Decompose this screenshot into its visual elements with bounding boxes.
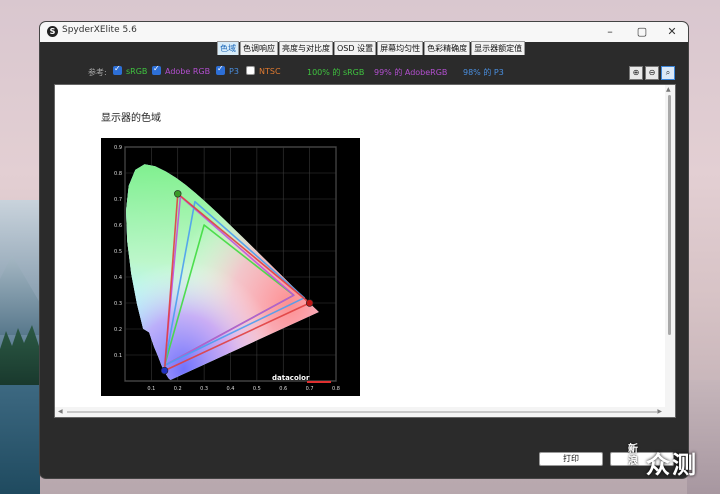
app-window: S SpyderXElite 5.6 – ▢ ✕ 色域 色调响应 亮度与对比度 … [40, 22, 688, 478]
adobe-rgb-coverage: 99% 的 AdobeRGB [374, 68, 448, 77]
x-tick-label: 0.5 [253, 386, 261, 392]
wallpaper-hill [0, 255, 40, 335]
primary-marker [305, 299, 314, 307]
y-tick-label: 0.2 [114, 327, 122, 333]
y-tick-label: 0.8 [114, 171, 122, 177]
x-tick-label: 0.7 [306, 386, 314, 392]
tab-osd-settings[interactable]: OSD 设置 [334, 41, 377, 55]
srgb-coverage: 100% 的 sRGB [307, 68, 365, 77]
locus-fill [126, 164, 319, 380]
gamut-chart-svg: 0.1 0.2 0.3 0.4 0.5 0.6 0.7 0.8 0.1 0.2 0.3 0.4 0.5 0… [114, 145, 340, 392]
maximize-button[interactable]: ▢ [634, 24, 650, 40]
tab-brightness-contrast[interactable]: 亮度与对比度 [279, 41, 333, 55]
primary-marker [174, 190, 182, 198]
app-logo-icon: S [47, 26, 58, 37]
scroll-up-icon[interactable]: ▲ [666, 86, 671, 93]
reference-label: 参考: [88, 68, 107, 77]
window-title: SpyderXElite 5.6 [62, 25, 137, 35]
tab-tone-response[interactable]: 色调响应 [240, 41, 278, 55]
y-tick-label: 0.9 [114, 145, 122, 151]
reference-legend-bar: 参考: sRGB Adobe RGB P3 NTSC 100% 的 sRGB 9… [40, 62, 688, 84]
y-tick-label: 0.7 [114, 197, 122, 203]
close-button[interactable]: ✕ [664, 24, 680, 40]
zoom-fit-icon[interactable]: ⌕ [661, 66, 675, 80]
vertical-scrollbar[interactable]: ▲ [665, 85, 675, 407]
title-bar[interactable]: S SpyderXElite 5.6 – ▢ ✕ [40, 22, 688, 42]
tab-bar: 色域 色调响应 亮度与对比度 OSD 设置 屏幕均匀性 色彩精确度 显示器额定值 [217, 41, 526, 55]
x-tick-label: 0.3 [200, 386, 208, 392]
vertical-scroll-thumb[interactable] [668, 95, 671, 335]
p3-coverage: 98% 的 P3 [463, 68, 504, 77]
datacolor-logo-bar [307, 381, 331, 383]
watermark: 新浪 众测 [628, 441, 718, 481]
y-tick-label: 0.4 [114, 275, 122, 281]
adobe-rgb-label: Adobe RGB [165, 67, 211, 76]
ntsc-label: NTSC [259, 67, 281, 76]
y-tick-label: 0.5 [114, 249, 122, 255]
x-tick-label: 0.1 [147, 386, 155, 392]
p3-checkbox[interactable] [216, 64, 225, 75]
srgb-checkbox[interactable] [113, 64, 122, 75]
adobe-rgb-checkbox[interactable] [152, 64, 161, 75]
desktop-wallpaper-left [0, 200, 40, 494]
report-content: 显示器的色域 0.1 0.2 0.3 0.4 0.5 0.6 0.7 0.8 0… [54, 84, 676, 418]
y-tick-label: 0.1 [114, 353, 122, 359]
tab-color-accuracy[interactable]: 色彩精确度 [424, 41, 471, 55]
ntsc-checkbox[interactable] [246, 66, 255, 75]
horizontal-scrollbar[interactable]: ◀ ▶ [55, 407, 675, 417]
primary-marker [160, 366, 169, 375]
p3-label: P3 [229, 67, 239, 76]
x-tick-label: 0.2 [174, 386, 182, 392]
x-tick-label: 0.4 [227, 386, 235, 392]
watermark-big-text: 众测 [646, 451, 698, 479]
minimize-button[interactable]: – [602, 24, 618, 40]
tab-gamut[interactable]: 色域 [217, 41, 239, 55]
print-button[interactable]: 打印 [539, 452, 603, 466]
spectral-locus [126, 164, 319, 380]
y-tick-label: 0.3 [114, 301, 122, 307]
gamut-chart: 0.1 0.2 0.3 0.4 0.5 0.6 0.7 0.8 0.1 0.2 0.3 0.4 0.5 0… [101, 138, 360, 396]
tab-uniformity[interactable]: 屏幕均匀性 [377, 41, 424, 55]
watermark-small-text: 新浪 [628, 444, 638, 467]
horizontal-scroll-thumb[interactable] [67, 411, 657, 413]
x-tick-label: 0.6 [279, 386, 287, 392]
x-tick-label: 0.8 [332, 386, 340, 392]
content-title: 显示器的色域 [101, 113, 161, 124]
wallpaper-trees [0, 325, 40, 385]
zoom-in-icon[interactable]: ⊕ [629, 66, 643, 80]
srgb-label: sRGB [126, 67, 148, 76]
y-tick-label: 0.6 [114, 223, 122, 229]
zoom-out-icon[interactable]: ⊖ [645, 66, 659, 80]
datacolor-logo: datacolor [272, 374, 310, 382]
scroll-left-icon[interactable]: ◀ [58, 408, 63, 415]
tab-display-rating[interactable]: 显示器额定值 [471, 41, 526, 55]
scroll-right-icon[interactable]: ▶ [657, 408, 662, 415]
